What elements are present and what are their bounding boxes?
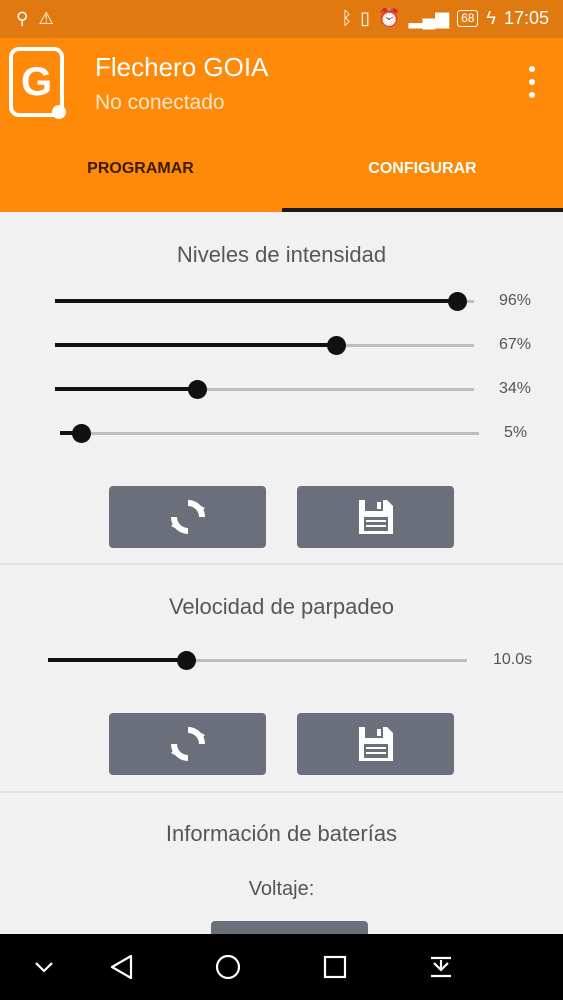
intensity-value-3: 34% (499, 380, 532, 397)
app-logo: G (9, 47, 66, 119)
notifications-pull-icon[interactable] (426, 952, 456, 982)
voltage-label: Voltaje: (248, 878, 315, 900)
intensity-slider-1[interactable] (55, 291, 474, 311)
slider-thumb[interactable] (326, 336, 346, 355)
blink-title: Velocidad de parpadeo (168, 594, 395, 619)
blink-save-button[interactable] (297, 713, 454, 775)
tab-programar[interactable]: PROGRAMAR (0, 126, 281, 212)
status-bar: ⚲ ⚠ ᛒ ▯ ⏰ ▂▄▆ 68 ϟ 17:05 (0, 0, 563, 38)
intensity-value-4: 5% (504, 424, 528, 441)
vibrate-icon: ▯ (360, 8, 371, 28)
intensity-slider-4[interactable] (60, 423, 479, 443)
logo-letter: G (20, 59, 53, 104)
intensity-slider-2[interactable] (55, 335, 474, 355)
blink-refresh-button[interactable] (109, 713, 266, 775)
slider-thumb[interactable] (188, 380, 208, 399)
intensity-value-2: 67% (499, 336, 532, 353)
system-nav-bar (0, 934, 563, 1000)
intensity-save-button[interactable] (297, 486, 454, 548)
app-bar: G Flechero GOIA No conectado (0, 38, 563, 126)
tab-selected-indicator (282, 208, 563, 212)
tab-bar: PROGRAMAR CONFIGURAR (0, 126, 563, 212)
app-title: Flechero GOIA (95, 52, 269, 82)
battery-level: 68 (457, 10, 479, 27)
intensity-value-1: 96% (499, 292, 532, 309)
section-divider (0, 563, 563, 565)
save-icon (358, 727, 393, 761)
connection-status: No conectado (95, 91, 225, 114)
chevron-down-icon[interactable] (29, 952, 59, 982)
status-time: 17:05 (503, 8, 549, 28)
intensity-slider-3[interactable] (55, 379, 474, 399)
intensity-title: Niveles de intensidad (176, 242, 387, 267)
tab-configurar[interactable]: CONFIGURAR (282, 126, 563, 212)
blink-speed-slider[interactable] (48, 650, 467, 670)
alarm-icon: ⏰ (378, 8, 401, 28)
back-icon[interactable] (107, 952, 137, 982)
signal-icon: ▂▄▆ (408, 8, 450, 28)
refresh-icon (170, 727, 205, 761)
slider-thumb[interactable] (448, 292, 468, 311)
slider-thumb[interactable] (71, 424, 91, 443)
usb-icon: ⚲ (16, 9, 29, 28)
overflow-menu-icon[interactable] (529, 66, 537, 98)
battery-info-title: Información de baterías (165, 821, 398, 846)
warning-icon: ⚠ (38, 9, 54, 28)
bluetooth-icon: ᛒ (341, 8, 353, 28)
home-icon[interactable] (213, 952, 243, 982)
slider-thumb[interactable] (177, 651, 197, 670)
logo-dot (52, 105, 66, 119)
charging-icon: ϟ (486, 8, 496, 28)
blink-speed-value: 10.0s (493, 651, 533, 668)
intensity-refresh-button[interactable] (109, 486, 266, 548)
section-divider (0, 791, 563, 793)
recents-icon[interactable] (320, 952, 350, 982)
save-icon (358, 500, 393, 534)
refresh-icon (170, 500, 205, 534)
